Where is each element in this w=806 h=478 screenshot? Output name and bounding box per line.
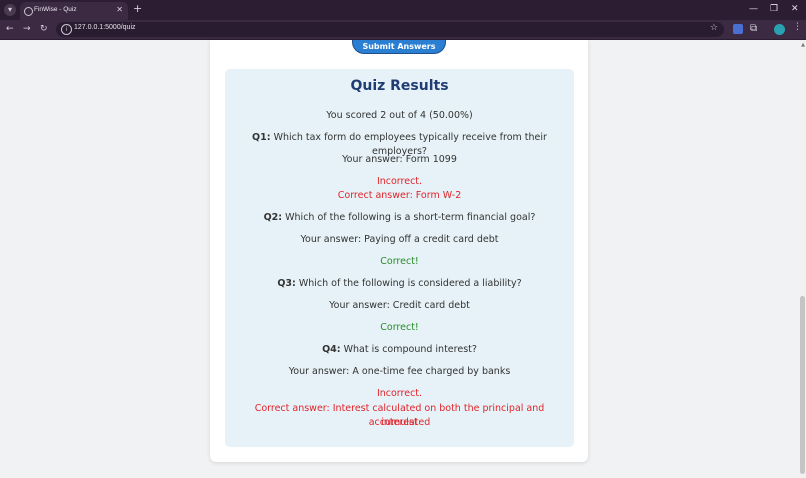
question-text: Which of the following is considered a l…	[298, 278, 522, 289]
score-text: You scored 2 out of 4 (50.00%)	[326, 110, 473, 121]
extensions-puzzle-icon[interactable]: ⧉	[750, 23, 757, 35]
back-icon[interactable]: ←	[6, 23, 14, 35]
tab-search-icon[interactable]: ▾	[4, 4, 16, 16]
new-tab-icon[interactable]: +	[133, 3, 142, 15]
question-4: Q4: What is compound interest?	[225, 343, 574, 357]
minimize-icon[interactable]: —	[749, 3, 758, 15]
question-number: Q2:	[263, 212, 283, 223]
question-number: Q3:	[277, 278, 296, 289]
answer-1: Your answer: Form 1099	[342, 154, 457, 165]
question-number: Q1:	[252, 132, 271, 143]
verdict-2: Correct!	[380, 256, 419, 267]
correct-answer-1: Correct answer: Form W-2	[337, 190, 462, 201]
verdict-3: Correct!	[380, 322, 419, 333]
scrollbar-thumb[interactable]	[800, 296, 805, 474]
address-bar[interactable]: i 127.0.0.1:5000/quiz ☆	[56, 22, 724, 37]
question-text: Which of the following is a short-term f…	[285, 212, 536, 223]
restore-icon[interactable]: ❐	[770, 3, 778, 15]
scroll-up-arrow-icon[interactable]: ▲	[801, 42, 805, 48]
quiz-results-panel: Quiz Results You scored 2 out of 4 (50.0…	[225, 69, 574, 447]
browser-toolbar: ← → ↻ i 127.0.0.1:5000/quiz ☆ ⧉	[0, 20, 806, 40]
more-menu-icon[interactable]: ⋮	[793, 22, 802, 32]
url-text: 127.0.0.1:5000/quiz	[74, 24, 136, 31]
tab-title: FinWise - Quiz	[34, 6, 77, 13]
browser-tab-bar: ▾ FinWise - Quiz ✕ + — ❐ ✕	[0, 0, 806, 20]
profile-avatar[interactable]	[774, 24, 785, 35]
forward-icon[interactable]: →	[23, 23, 31, 35]
window-close-icon[interactable]: ✕	[791, 3, 799, 15]
globe-icon	[24, 7, 33, 16]
results-title: Quiz Results	[350, 78, 449, 94]
submit-answers-button[interactable]: Submit Answers	[352, 40, 446, 54]
question-3: Q3: Which of the following is considered…	[225, 277, 574, 291]
extension-shield-icon[interactable]	[733, 24, 743, 34]
bookmark-star-icon[interactable]: ☆	[710, 23, 718, 33]
reload-icon[interactable]: ↻	[40, 23, 48, 35]
question-2: Q2: Which of the following is a short-te…	[225, 211, 574, 225]
close-tab-icon[interactable]: ✕	[116, 5, 123, 14]
answer-2: Your answer: Paying off a credit card de…	[300, 234, 499, 245]
verdict-1: Incorrect.	[376, 176, 423, 187]
question-number: Q4:	[322, 344, 341, 355]
correct-answer-4-line2: interest	[381, 417, 418, 428]
question-text: What is compound interest?	[343, 344, 477, 355]
answer-3: Your answer: Credit card debt	[329, 300, 470, 311]
answer-4: Your answer: A one-time fee charged by b…	[288, 366, 511, 377]
verdict-4: Incorrect.	[376, 388, 423, 399]
site-info-icon[interactable]: i	[61, 24, 72, 35]
browser-tab[interactable]: FinWise - Quiz ✕	[20, 2, 128, 20]
